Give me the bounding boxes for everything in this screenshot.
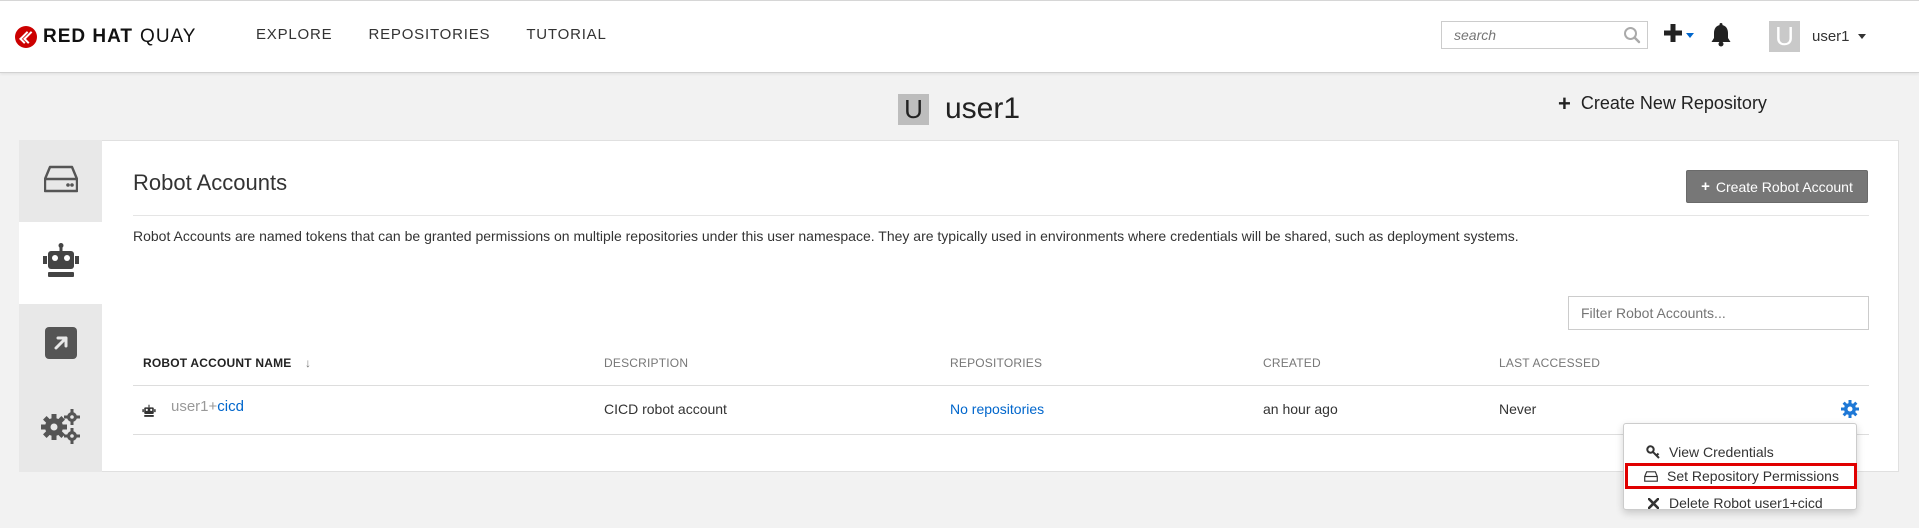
menu-item-set-repository-permissions[interactable]: Set Repository Permissions xyxy=(1625,463,1857,489)
hdd-icon xyxy=(1642,470,1660,482)
robot-options-menu: View Credentials Set Repository Permissi… xyxy=(1623,423,1857,511)
column-header-name[interactable]: ROBOT ACCOUNT NAME ↓ xyxy=(143,356,311,370)
filter-robot-accounts-input[interactable] xyxy=(1569,297,1873,329)
menu-item-view-credentials[interactable]: View Credentials xyxy=(1624,440,1856,464)
external-link-icon xyxy=(44,326,77,364)
times-icon xyxy=(1644,497,1662,509)
table-header: ROBOT ACCOUNT NAME ↓ DESCRIPTION REPOSIT… xyxy=(133,356,1869,386)
nav-tutorial[interactable]: TUTORIAL xyxy=(526,26,606,43)
column-header-description[interactable]: DESCRIPTION xyxy=(604,356,688,370)
create-menu-button[interactable] xyxy=(1663,23,1694,48)
column-header-repositories[interactable]: REPOSITORIES xyxy=(950,356,1042,370)
tab-repositories[interactable] xyxy=(19,140,102,222)
avatar: U xyxy=(1769,21,1800,52)
brand-logo[interactable]: RED HAT QUAY xyxy=(15,25,196,49)
section-title: Robot Accounts xyxy=(133,170,288,195)
nav-explore[interactable]: EXPLORE xyxy=(256,26,332,43)
main-nav: EXPLORE REPOSITORIES TUTORIAL xyxy=(256,26,643,43)
create-robot-account-button[interactable]: + Create Robot Account xyxy=(1686,170,1868,203)
gears-icon xyxy=(40,406,82,449)
robot-description: CICD robot account xyxy=(604,401,727,417)
plus-icon: + xyxy=(1701,178,1710,195)
username-label: user1 xyxy=(1812,28,1850,45)
robot-row-icon xyxy=(142,404,156,421)
section-description: Robot Accounts are named tokens that can… xyxy=(133,228,1519,244)
nav-repositories[interactable]: REPOSITORIES xyxy=(368,26,490,43)
plus-icon: + xyxy=(1558,90,1571,116)
divider xyxy=(133,434,1869,435)
create-repo-label: Create New Repository xyxy=(1580,93,1767,113)
tab-settings[interactable] xyxy=(19,386,102,468)
top-navbar: RED HAT QUAY EXPLORE REPOSITORIES TUTORI… xyxy=(0,0,1919,73)
tab-robot-accounts[interactable] xyxy=(19,222,102,304)
brand-name-light: QUAY xyxy=(140,26,197,47)
column-header-created[interactable]: CREATED xyxy=(1263,356,1321,370)
plus-icon xyxy=(1663,23,1683,48)
redhat-quay-logo-icon xyxy=(15,26,37,48)
search-box xyxy=(1441,21,1648,49)
page-title: U user1 xyxy=(898,92,1020,126)
robot-last-accessed: Never xyxy=(1499,401,1537,417)
key-icon xyxy=(1644,445,1662,459)
chevron-down-icon xyxy=(1686,33,1694,38)
brand-name-bold: RED HAT xyxy=(43,26,134,47)
robot-created: an hour ago xyxy=(1263,401,1338,417)
robot-shortname: cicd xyxy=(217,398,244,415)
tab-external-logins[interactable] xyxy=(19,304,102,386)
search-icon[interactable] xyxy=(1623,26,1641,49)
menu-item-delete-robot[interactable]: Delete Robot user1+cicd xyxy=(1624,491,1856,515)
create-new-repository-link[interactable]: + Create New Repository xyxy=(1558,90,1767,116)
search-input[interactable] xyxy=(1442,22,1636,48)
table-row: user1+cicd CICD robot account No reposit… xyxy=(133,386,1869,434)
hdd-icon xyxy=(43,165,78,198)
column-name-label: ROBOT ACCOUNT NAME xyxy=(143,356,292,370)
menu-item-label: Delete Robot user1+cicd xyxy=(1669,495,1823,511)
namespace-avatar: U xyxy=(898,93,929,125)
sort-down-icon: ↓ xyxy=(305,356,312,370)
robot-repositories-link[interactable]: No repositories xyxy=(950,401,1044,417)
create-robot-label: Create Robot Account xyxy=(1715,178,1853,195)
chevron-down-icon xyxy=(1857,34,1866,39)
menu-item-label: View Credentials xyxy=(1669,444,1774,460)
robot-icon xyxy=(42,242,80,284)
robot-namespace: user1+ xyxy=(171,398,218,415)
divider xyxy=(133,215,1869,216)
menu-item-label: Set Repository Permissions xyxy=(1667,468,1839,484)
side-tabs xyxy=(19,140,102,472)
notifications-bell-icon[interactable] xyxy=(1710,23,1732,52)
column-header-last-accessed[interactable]: LAST ACCESSED xyxy=(1499,356,1600,370)
robot-name-link[interactable]: user1+cicd xyxy=(171,398,244,415)
user-menu[interactable]: U user1 xyxy=(1769,21,1866,52)
filter-box xyxy=(1568,296,1873,330)
gear-icon[interactable] xyxy=(1841,400,1859,421)
namespace-name: user1 xyxy=(945,92,1021,125)
